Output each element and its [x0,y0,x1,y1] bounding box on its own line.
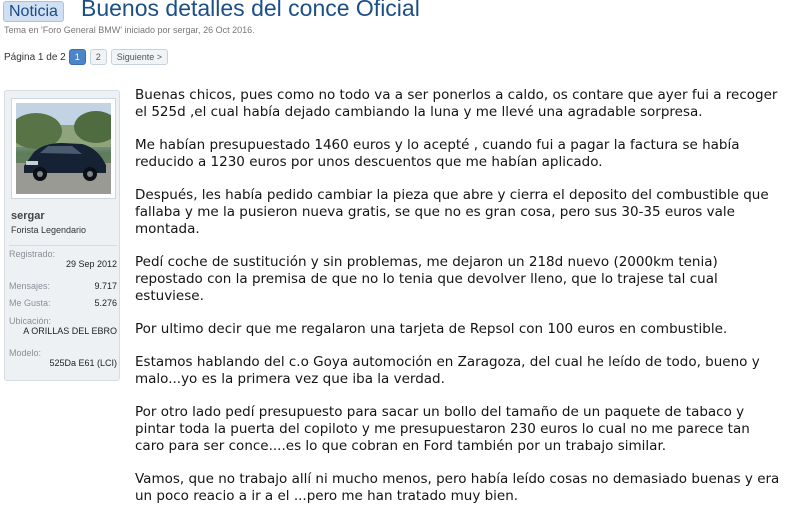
post-line: Me habían presupuestado 1460 euros y lo … [135,137,740,153]
car-photo-icon [16,103,111,194]
next-page-button[interactable]: Siguiente > [110,49,169,65]
post-line: reducido a 1230 euros por unos descuento… [135,154,603,170]
thread-date: 26 Oct 2016 [203,25,253,35]
post-line: Pedí coche de sustitución y sin problema… [135,254,718,270]
post-paragraph: Estamos hablando del c.o Goya automoción… [135,354,800,388]
post-line: repostado con la premisa de que no lo te… [135,271,718,287]
post-line: fallaba y me la pusieron nueva gratis, s… [135,204,735,220]
page-2-button[interactable]: 2 [89,49,107,65]
location-field: Ubicación: A ORILLAS DEL EBRO [9,316,117,336]
thread-header: Noticia Buenos detalles del conce Oficia… [0,0,800,22]
avatar-image [16,103,111,194]
post-paragraph: Me habían presupuestado 1460 euros y lo … [135,137,800,171]
model-label: Modelo: [9,348,42,358]
page-nav: Página 1 de 2 1 2 Siguiente > [4,49,172,65]
post-paragraph: Después, les había pedido cambiar la pie… [135,187,800,238]
prefix-badge[interactable]: Noticia [3,1,64,22]
post-line: Después, les había pedido cambiar la pie… [135,187,769,203]
post-line: Vamos, que no trabajo allí ni mucho meno… [135,471,780,487]
post-line: montada. [135,221,200,237]
post-line: caro para ser conce....es lo que cobran … [135,438,667,454]
post-line: Por ultimo decir que me regalaron una ta… [135,321,728,337]
post-paragraph: Por ultimo decir que me regalaron una ta… [135,321,800,338]
likes-field: Me Gusta: 5.276 [9,298,117,308]
meta-prefix: Tema en ' [4,25,43,35]
registered-value: 29 Sep 2012 [65,259,117,269]
user-title: Forista Legendario [11,225,87,235]
post-paragraph: Buenas chicos, pues como no todo va a se… [135,87,800,121]
post-paragraph: Por otro lado pedí presupuesto para saca… [135,404,800,455]
location-value[interactable]: A ORILLAS DEL EBRO [9,326,117,336]
meta-end: . [252,25,255,35]
author-link[interactable]: sergar [173,25,198,35]
model-field: Modelo: 525Da E61 (LCI) [9,348,117,368]
username[interactable]: sergar [11,210,45,222]
forum-link[interactable]: Foro General BMW [43,25,121,35]
page-1-button[interactable]: 1 [68,49,86,65]
post-line: Estamos hablando del c.o Goya automoción… [135,354,760,370]
post-line: pintar toda la puerta del copiloto y me … [135,421,750,437]
registered-label: Registrado: [9,249,56,259]
messages-field: Mensajes: 9.717 [9,281,117,291]
likes-label: Me Gusta: [9,298,51,308]
post-line: el 525d ,el cual había dejado cambiando … [135,104,703,120]
post-paragraph: Vamos, que no trabajo allí ni mucho meno… [135,471,800,505]
divider [9,245,117,246]
user-info-panel: sergar Forista Legendario Registrado: 29… [4,90,120,381]
post-paragraph: Pedí coche de sustitución y sin problema… [135,254,800,305]
avatar[interactable] [11,98,116,199]
page-info: Página 1 de 2 [4,51,66,63]
post-line: estuviese. [135,288,204,304]
post-line: Por otro lado pedí presupuesto para saca… [135,404,745,420]
location-label: Ubicación: [9,316,52,326]
meta-middle: ' iniciado por [120,25,174,35]
thread-meta: Tema en 'Foro General BMW' iniciado por … [4,25,255,35]
likes-value: 5.276 [94,298,117,308]
post-line: Buenas chicos, pues como no todo va a se… [135,87,778,103]
messages-label: Mensajes: [9,281,51,291]
messages-value[interactable]: 9.717 [94,281,117,291]
post-line: malo...yo es la primera vez que iba la v… [135,371,445,387]
registered-field: Registrado: 29 Sep 2012 [9,249,117,269]
post-line: un poco reacio a ir a el ...pero me han … [135,488,519,504]
model-value: 525Da E61 (LCI) [49,358,117,368]
post-body: Buenas chicos, pues como no todo va a se… [135,87,800,505]
thread-title: Buenos detalles del conce Oficial [81,0,420,21]
